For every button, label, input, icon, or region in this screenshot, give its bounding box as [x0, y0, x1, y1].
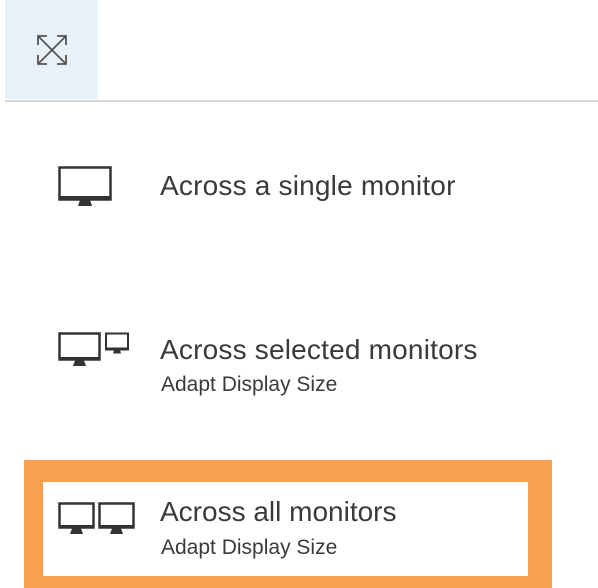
expand-arrows-icon: [36, 34, 67, 65]
menu-item-title: Across selected monitors: [160, 334, 478, 365]
menu-item-title: Across all monitors: [160, 496, 397, 527]
fullscreen-toggle-button[interactable]: [5, 0, 98, 99]
toolbar-divider: [5, 100, 598, 102]
all-monitors-icon: [58, 502, 138, 547]
menu-item-subtitle: Adapt Display Size: [161, 536, 338, 559]
menu-item-selected-monitors[interactable]: Across selected monitors Adapt Display S…: [0, 328, 598, 408]
selected-monitors-icon: [58, 332, 136, 381]
menu-item-all-monitors[interactable]: Across all monitors Adapt Display Size: [43, 482, 528, 576]
single-monitor-icon: [58, 166, 112, 215]
menu-item-subtitle: Adapt Display Size: [161, 373, 338, 396]
fullscreen-options-panel: Across a single monitor Across selected …: [0, 0, 598, 588]
menu-item-title: Across a single monitor: [160, 170, 456, 201]
menu-item-single-monitor[interactable]: Across a single monitor: [0, 160, 598, 240]
